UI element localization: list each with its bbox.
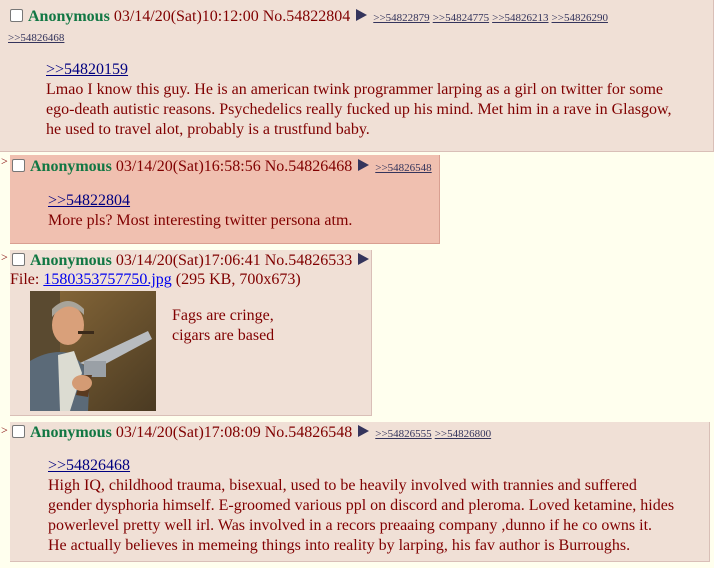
post-text-line: Fags are cringe, bbox=[172, 307, 274, 324]
backlink[interactable]: >>54826213 bbox=[492, 12, 548, 24]
post-54826533: Anonymous 03/14/20(Sat)17:06:41 No.54826… bbox=[10, 250, 372, 416]
select-checkbox[interactable] bbox=[12, 425, 25, 438]
post-text-line: He actually believes in memeing things i… bbox=[48, 537, 631, 554]
post-number[interactable]: No.54826468 bbox=[265, 158, 353, 175]
post-datetime: 03/14/20(Sat)16:58:56 bbox=[115, 158, 261, 175]
post-datetime: 03/14/20(Sat)17:06:41 bbox=[115, 252, 261, 269]
post-menu-arrow-icon[interactable] bbox=[358, 159, 370, 171]
reply-marker: > bbox=[1, 423, 8, 437]
file-info: File: 1580353757750.jpg (295 KB, 700x673… bbox=[10, 271, 301, 289]
file-label: File: bbox=[10, 271, 40, 288]
file-link[interactable]: 1580353757750.jpg bbox=[43, 271, 171, 288]
quote-link[interactable]: >>54826468 bbox=[48, 457, 130, 474]
post-54826548: Anonymous 03/14/20(Sat)17:08:09 No.54826… bbox=[10, 422, 710, 562]
backlink[interactable]: >>54826548 bbox=[375, 162, 431, 174]
select-checkbox[interactable] bbox=[12, 159, 25, 172]
post-datetime: 03/14/20(Sat)17:08:09 bbox=[115, 424, 261, 441]
backlink[interactable]: >>54824775 bbox=[433, 12, 489, 24]
post-thumbnail-image[interactable] bbox=[30, 291, 156, 411]
poster-name: Anonymous bbox=[30, 252, 112, 269]
reply-marker: > bbox=[1, 250, 8, 264]
backlink[interactable]: >>54826290 bbox=[552, 12, 608, 24]
backlink[interactable]: >>54826555 bbox=[375, 428, 431, 440]
reply-marker: > bbox=[1, 154, 8, 168]
backlink[interactable]: >>54826800 bbox=[435, 428, 491, 440]
post-text-line: he used to travel alot, probably is a tr… bbox=[46, 121, 370, 138]
post-number[interactable]: No.54826533 bbox=[265, 252, 353, 269]
quote-link[interactable]: >>54820159 bbox=[46, 61, 128, 78]
select-checkbox[interactable] bbox=[10, 9, 23, 22]
post-54826468: Anonymous 03/14/20(Sat)16:58:56 No.54826… bbox=[10, 155, 440, 244]
post-text-line: Lmao I know this guy. He is an american … bbox=[46, 81, 664, 98]
post-number[interactable]: No.54822804 bbox=[263, 8, 351, 25]
poster-name: Anonymous bbox=[30, 158, 112, 175]
backlink[interactable]: >>54826468 bbox=[8, 32, 64, 44]
post-menu-arrow-icon[interactable] bbox=[356, 9, 368, 21]
poster-name: Anonymous bbox=[30, 424, 112, 441]
quote-link[interactable]: >>54822804 bbox=[48, 192, 130, 209]
post-54822804: Anonymous 03/14/20(Sat)10:12:00 No.54822… bbox=[0, 0, 714, 152]
post-datetime: 03/14/20(Sat)10:12:00 bbox=[113, 8, 259, 25]
post-text-line: gender dysphoria himself. E-groomed vari… bbox=[48, 497, 675, 514]
post-text-line: ego-death autistic reasons. Psychedelics… bbox=[46, 101, 672, 118]
post-menu-arrow-icon[interactable] bbox=[358, 425, 370, 437]
backlink[interactable]: >>54822879 bbox=[373, 12, 429, 24]
poster-name: Anonymous bbox=[28, 8, 110, 25]
post-text-line: More pls? Most interesting twitter perso… bbox=[48, 212, 353, 229]
post-text-line: cigars are based bbox=[172, 327, 275, 344]
post-text-line: High IQ, childhood trauma, bisexual, use… bbox=[48, 477, 637, 494]
file-meta: (295 KB, 700x673) bbox=[175, 271, 301, 288]
post-number[interactable]: No.54826548 bbox=[265, 424, 353, 441]
post-text-line: powerlevel pretty well irl. Was involved… bbox=[48, 517, 653, 534]
post-menu-arrow-icon[interactable] bbox=[358, 253, 370, 265]
select-checkbox[interactable] bbox=[12, 253, 25, 266]
